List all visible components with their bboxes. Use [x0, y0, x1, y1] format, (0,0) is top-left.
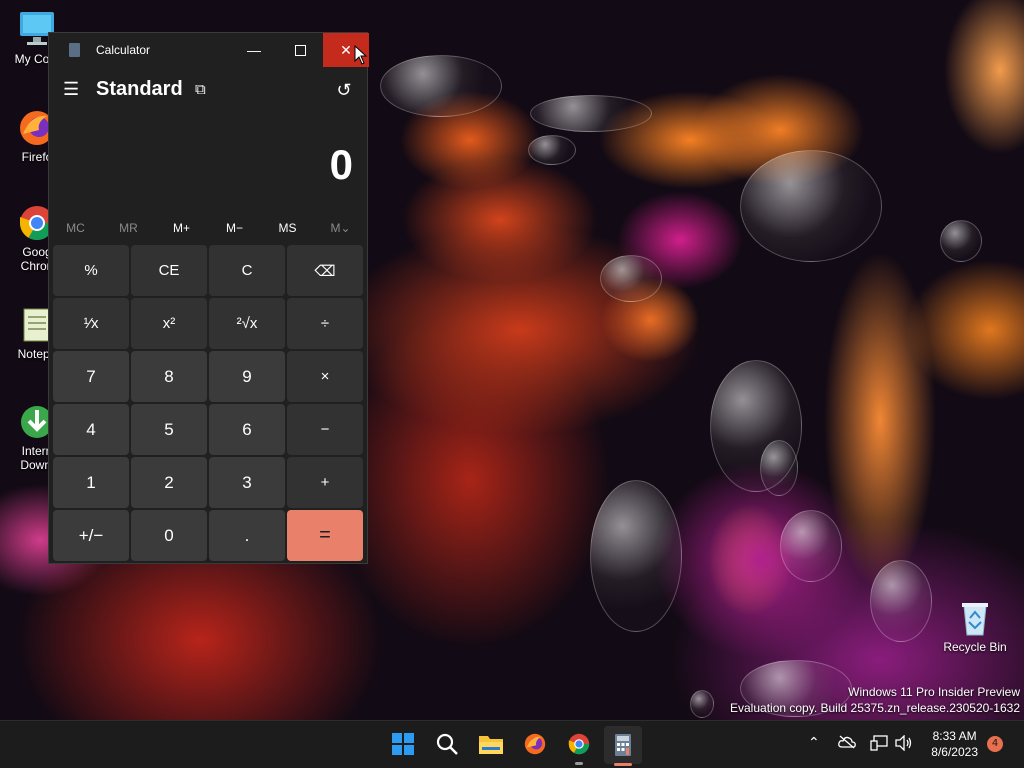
memory-store-button[interactable]: MS — [261, 217, 314, 239]
chevron-up-icon: ⌃ — [808, 735, 820, 751]
firefox-taskbar-button[interactable] — [522, 731, 548, 757]
mode-title: Standard — [96, 78, 183, 100]
start-button[interactable] — [390, 731, 416, 757]
subtract-button[interactable]: − — [287, 404, 363, 455]
title-bar[interactable]: Calculator — ✕ — [49, 33, 369, 67]
history-button[interactable]: ↺ — [333, 79, 355, 101]
hamburger-icon: ☰ — [63, 79, 80, 99]
display-value: 0 — [329, 141, 353, 188]
minimize-button[interactable]: — — [231, 33, 277, 67]
chrome-taskbar-button[interactable] — [566, 731, 592, 757]
memory-recall-button[interactable]: MR — [102, 217, 155, 239]
cloud-offline-icon — [838, 735, 856, 749]
decor-bubble — [870, 560, 932, 642]
chrome-icon — [568, 733, 590, 755]
taskbar: ⌃ 8:33 AM 8/6/2023 4 — [0, 720, 1024, 768]
chrome-running-indicator — [575, 762, 583, 765]
calculator-window: Calculator — ✕ ☰ Standard ⧉ ↺ 0 MC MR M+… — [48, 32, 369, 564]
firefox-icon — [524, 733, 546, 755]
history-icon: ↺ — [336, 80, 352, 100]
speaker-icon — [895, 734, 912, 752]
memory-list-button[interactable]: M⌄ — [314, 217, 367, 239]
notification-badge[interactable]: 4 — [987, 736, 1003, 752]
negate-button[interactable]: +/− — [53, 510, 129, 561]
decor-bubble — [690, 690, 714, 718]
clear-button[interactable]: C — [209, 245, 285, 296]
close-icon: ✕ — [340, 41, 352, 58]
digit-7-button[interactable]: 7 — [53, 351, 129, 402]
digit-5-button[interactable]: 5 — [131, 404, 207, 455]
decor-bubble — [740, 150, 882, 262]
digit-3-button[interactable]: 3 — [209, 457, 285, 508]
recycle-bin-icon — [955, 598, 995, 638]
calculator-app-icon — [69, 43, 80, 57]
search-button[interactable] — [434, 731, 460, 757]
navigation-menu-button[interactable]: ☰ — [63, 79, 83, 99]
square-button[interactable]: x² — [131, 298, 207, 349]
keep-on-top-icon: ⧉ — [195, 81, 206, 98]
digit-1-button[interactable]: 1 — [53, 457, 129, 508]
decor-bubble — [760, 440, 798, 496]
decimal-button[interactable]: . — [209, 510, 285, 561]
window-title: Calculator — [96, 43, 151, 57]
search-icon — [436, 733, 458, 755]
clock-button[interactable]: 8:33 AM 8/6/2023 — [931, 728, 978, 760]
decor-bubble — [940, 220, 982, 262]
onedrive-status[interactable] — [838, 735, 856, 753]
clear-entry-button[interactable]: CE — [131, 245, 207, 296]
recycle-bin-label: Recycle Bin — [943, 640, 1007, 654]
digit-6-button[interactable]: 6 — [209, 404, 285, 455]
minimize-icon: — — [247, 42, 261, 58]
decor-bubble — [380, 55, 502, 117]
maximize-button[interactable] — [277, 33, 323, 67]
digit-2-button[interactable]: 2 — [131, 457, 207, 508]
decor-bubble — [528, 135, 576, 165]
add-button[interactable]: + — [287, 457, 363, 508]
digit-9-button[interactable]: 9 — [209, 351, 285, 402]
volume-button[interactable] — [895, 734, 913, 755]
decor-bubble — [780, 510, 842, 582]
memory-clear-button[interactable]: MC — [49, 217, 102, 239]
reciprocal-button[interactable]: ¹⁄x — [53, 298, 129, 349]
keypad: % CE C ⌫ ¹⁄x x² ²√x ÷ 7 8 9 × 4 5 6 − 1 … — [53, 245, 363, 561]
divide-button[interactable]: ÷ — [287, 298, 363, 349]
square-root-button[interactable]: ²√x — [209, 298, 285, 349]
calculator-icon — [615, 734, 631, 756]
calculator-taskbar-button[interactable] — [604, 726, 642, 764]
watermark-line2: Evaluation copy. Build 25375.zn_release.… — [730, 701, 1020, 715]
file-explorer-button[interactable] — [478, 731, 504, 757]
memory-bar: MC MR M+ M− MS M⌄ — [49, 217, 367, 239]
start-icon — [392, 733, 414, 755]
multiply-button[interactable]: × — [287, 351, 363, 402]
clock-time: 8:33 AM — [932, 729, 977, 743]
memory-add-button[interactable]: M+ — [155, 217, 208, 239]
memory-subtract-button[interactable]: M− — [208, 217, 261, 239]
digit-0-button[interactable]: 0 — [131, 510, 207, 561]
keep-on-top-button[interactable]: ⧉ — [195, 81, 213, 99]
clock-date: 8/6/2023 — [931, 745, 978, 759]
digit-4-button[interactable]: 4 — [53, 404, 129, 455]
network-icon — [870, 735, 888, 751]
watermark-line1: Windows 11 Pro Insider Preview — [848, 685, 1020, 699]
file-explorer-icon — [479, 736, 503, 754]
maximize-icon — [294, 44, 306, 56]
percent-button[interactable]: % — [53, 245, 129, 296]
equals-button[interactable]: = — [287, 510, 363, 561]
show-hidden-icons-button[interactable]: ⌃ — [808, 735, 820, 751]
decor-bubble — [530, 95, 652, 132]
backspace-button[interactable]: ⌫ — [287, 245, 363, 296]
decor-bubble — [590, 480, 682, 632]
network-status[interactable] — [870, 735, 888, 755]
decor-bubble — [600, 255, 662, 302]
mouse-pointer-icon — [354, 45, 368, 65]
digit-8-button[interactable]: 8 — [131, 351, 207, 402]
calculator-active-indicator — [614, 763, 632, 766]
desktop-icon-recycle-bin[interactable]: Recycle Bin — [940, 598, 1010, 654]
